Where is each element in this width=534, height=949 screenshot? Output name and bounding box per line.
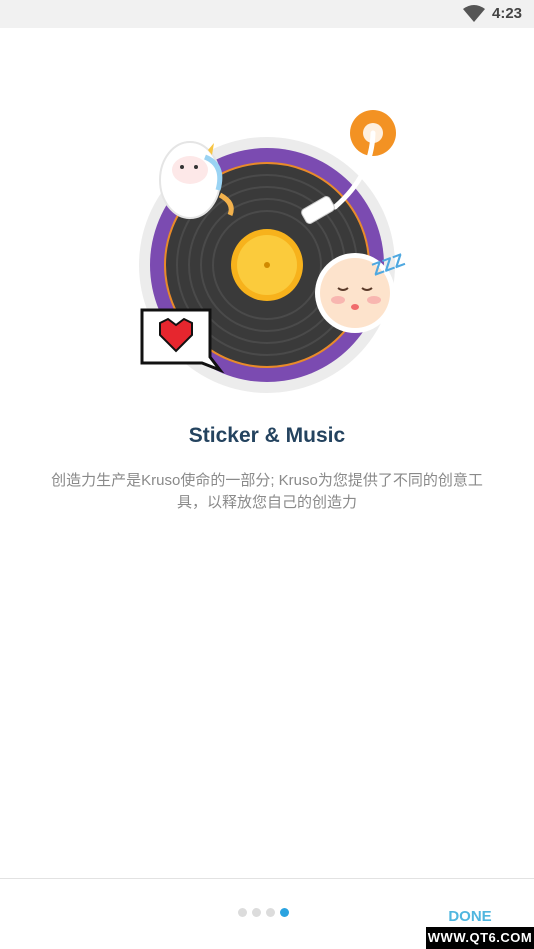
page-indicator (238, 908, 289, 917)
slide-description: 创造力生产是Kruso使命的一部分; Kruso为您提供了不同的创意工具，以释放… (51, 472, 483, 511)
done-button[interactable]: DONE (440, 905, 500, 927)
watermark: WWW.QT6.COM (426, 927, 534, 949)
status-time: 4:23 (492, 5, 523, 22)
pixel-heart-bubble-icon (140, 308, 225, 374)
page-dot-2[interactable] (252, 908, 261, 917)
status-bar: 4:23 (0, 0, 534, 28)
wifi-icon (463, 5, 485, 22)
page-dot-4-active[interactable] (280, 908, 289, 917)
footer-divider (0, 878, 534, 879)
page-dot-3[interactable] (266, 908, 275, 917)
slide-title: Sticker & Music (188, 424, 346, 447)
page-dot-1[interactable] (238, 908, 247, 917)
illustration: ZZZ (139, 106, 407, 393)
